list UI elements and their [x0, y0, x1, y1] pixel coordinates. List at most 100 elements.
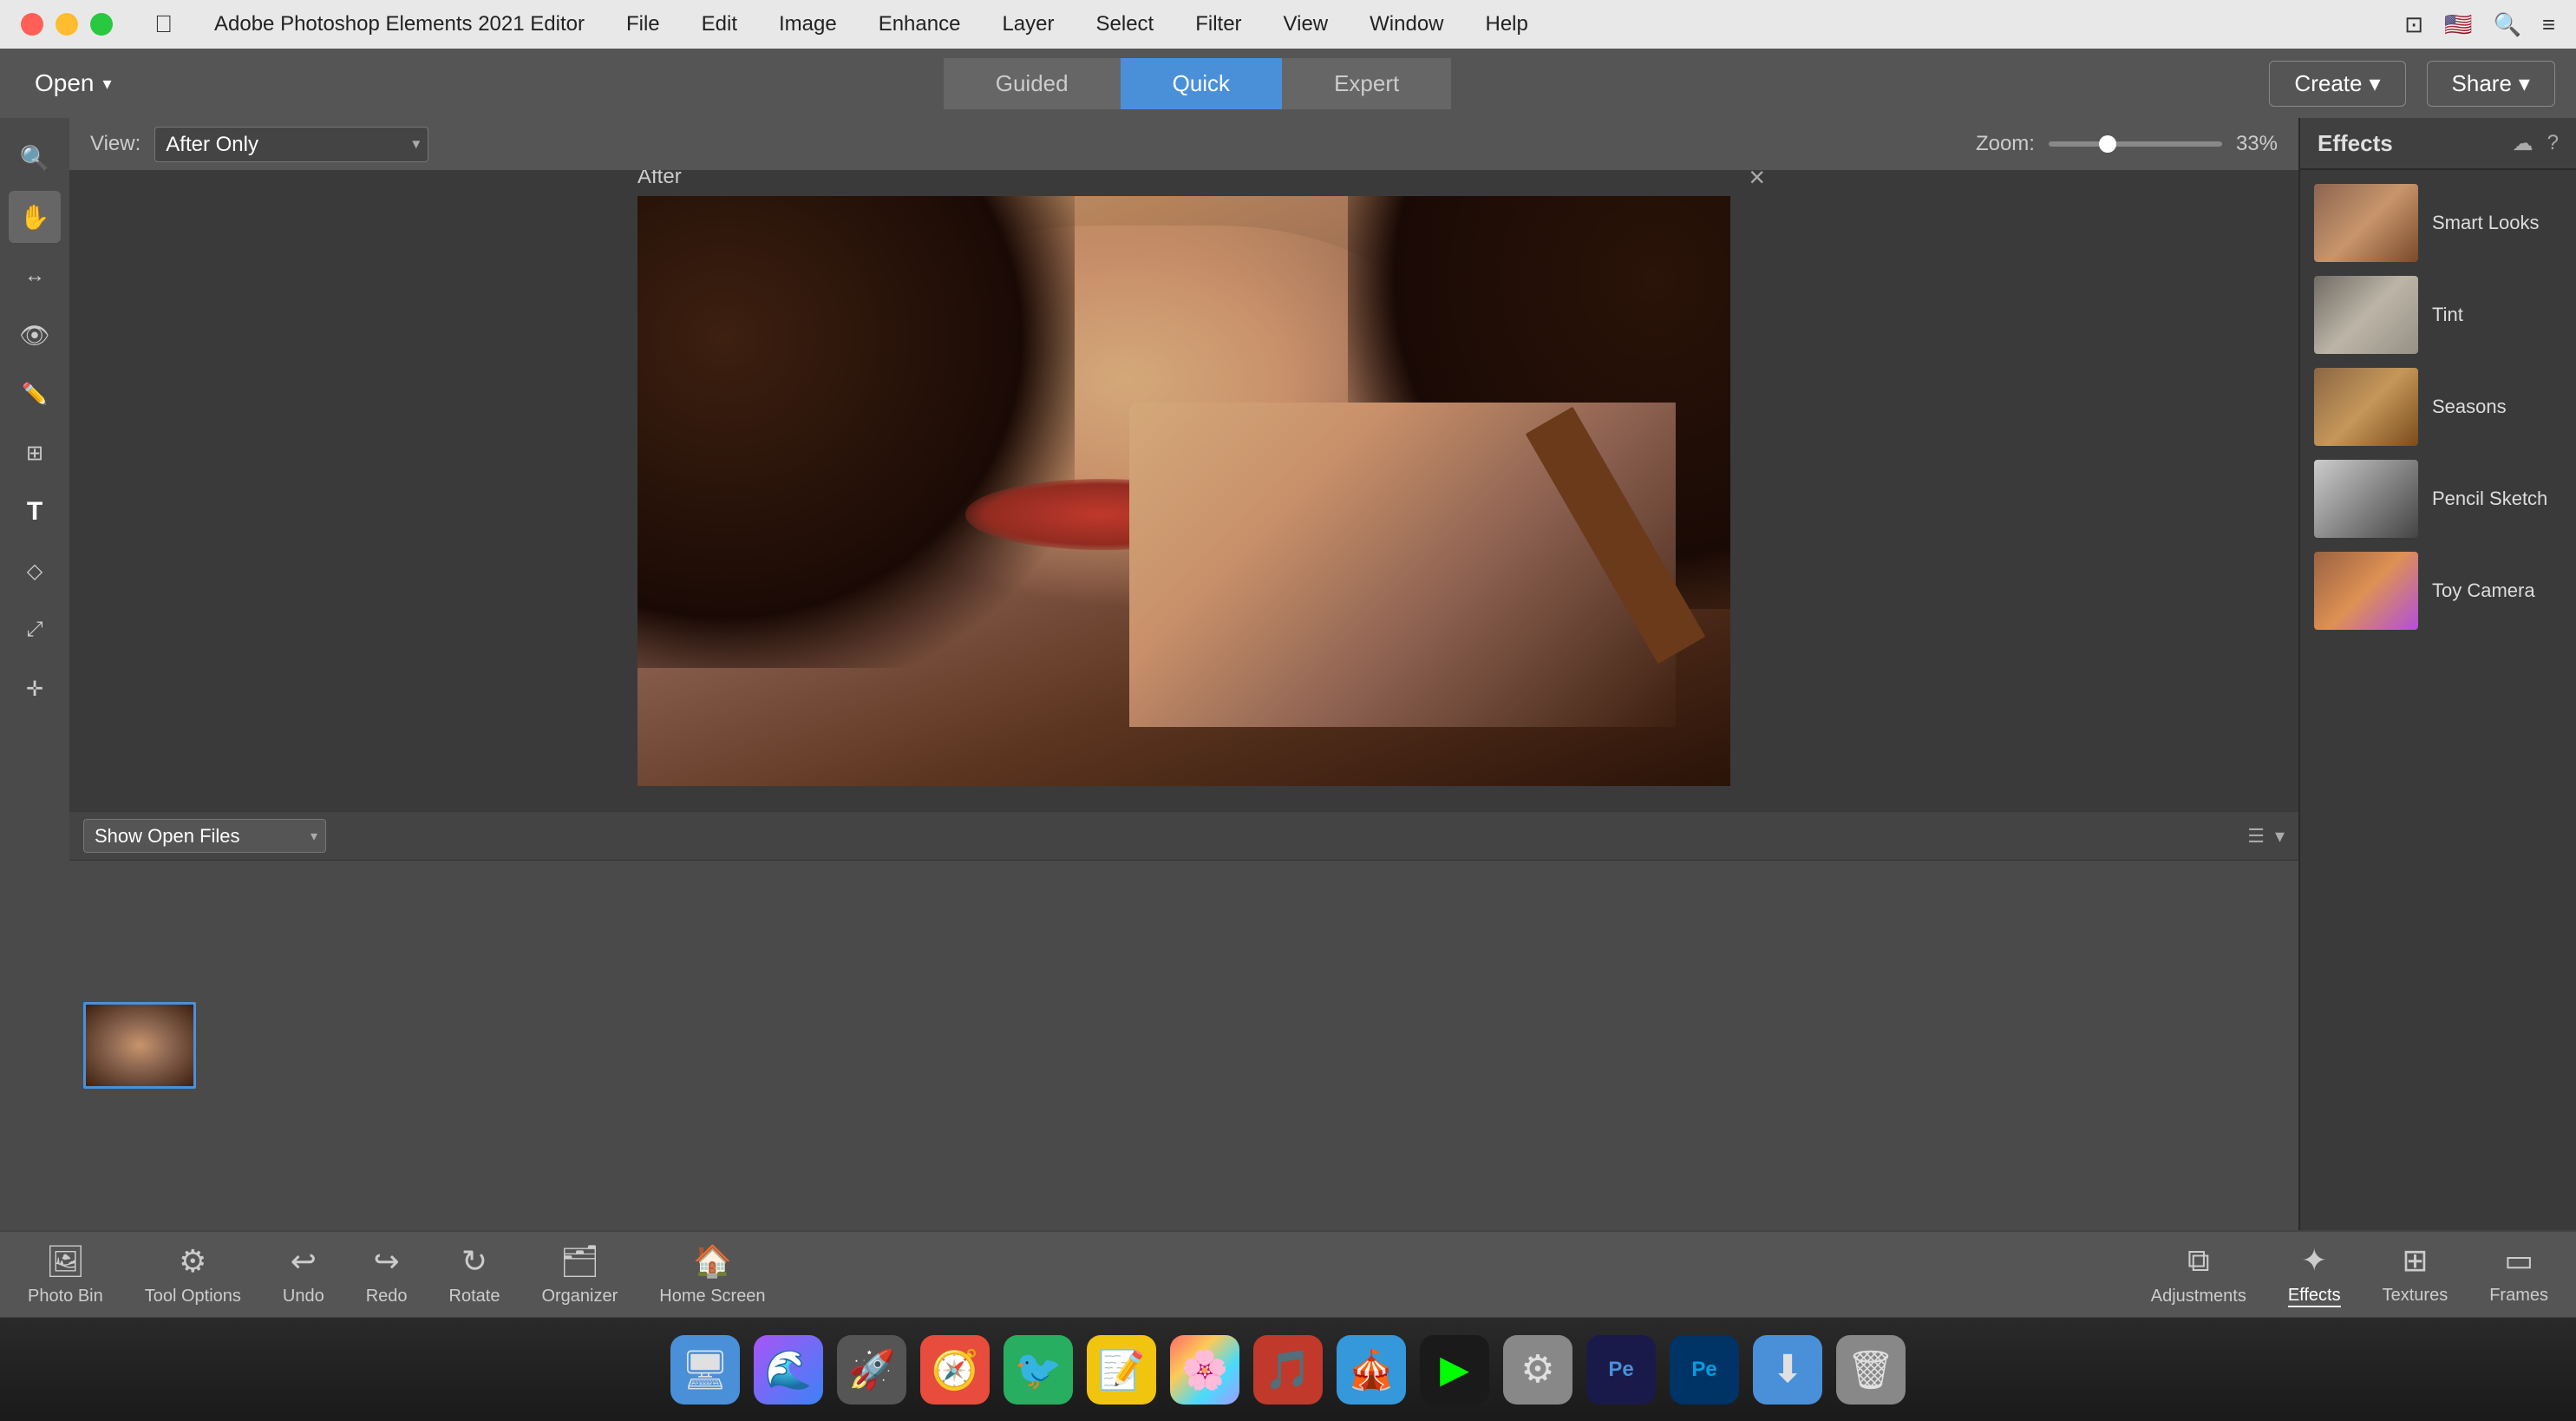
menu-file[interactable]: File	[619, 9, 667, 40]
create-button[interactable]: Create ▾	[2269, 61, 2405, 107]
view-label: View:	[90, 132, 141, 156]
rotate-label: Rotate	[449, 1287, 500, 1306]
menu-extras-icon[interactable]: ≡	[2542, 11, 2555, 38]
minimize-button[interactable]	[56, 13, 78, 36]
view-select[interactable]: After Only Before Only Before & After Ho…	[154, 127, 428, 162]
bin-list-icon[interactable]: ☰	[2247, 825, 2265, 848]
view-select-wrapper: After Only Before Only Before & After Ho…	[154, 127, 428, 162]
rotate-tool[interactable]: ↻ Rotate	[449, 1243, 500, 1306]
effects-tool-label: Effects	[2288, 1286, 2341, 1307]
effect-smart-looks[interactable]: Smart Looks	[2314, 184, 2562, 262]
apple-menu[interactable]: 	[154, 10, 173, 38]
adjustments-tool[interactable]: ⧉ Adjustments	[2151, 1242, 2246, 1307]
effects-cloud-icon[interactable]: ☁	[2513, 131, 2534, 156]
tab-expert[interactable]: Expert	[1282, 58, 1451, 109]
menu-view[interactable]: View	[1277, 9, 1336, 40]
menu-enhance[interactable]: Enhance	[872, 9, 968, 40]
effect-toy-camera[interactable]: Toy Camera	[2314, 552, 2562, 630]
organizer-tool[interactable]: 🗂 Organizer	[541, 1243, 618, 1306]
text-tool[interactable]: T	[9, 486, 61, 538]
dock-downloads[interactable]: ⬇	[1753, 1335, 1822, 1405]
close-image-button[interactable]: ×	[1749, 170, 1765, 193]
toolbar-right: Create ▾ Share ▾	[2269, 61, 2555, 107]
eye-tool[interactable]: 👁	[9, 309, 61, 361]
organizer-icon: 🗂	[560, 1243, 600, 1280]
frames-label: Frames	[2489, 1286, 2548, 1306]
bin-select[interactable]: Show Open Files Show Files from Organize…	[83, 819, 326, 853]
cast-icon[interactable]: ⊡	[2404, 11, 2423, 38]
menu-window[interactable]: Window	[1363, 9, 1450, 40]
dock-trash[interactable]: 🗑	[1836, 1335, 1906, 1405]
menu-app-name[interactable]: Adobe Photoshop Elements 2021 Editor	[207, 9, 592, 40]
flag-icon[interactable]: 🇺🇸	[2444, 11, 2472, 38]
search-icon[interactable]: 🔍	[2493, 11, 2520, 38]
menu-filter[interactable]: Filter	[1188, 9, 1248, 40]
menu-select[interactable]: Select	[1089, 9, 1161, 40]
home-screen-tool[interactable]: 🏠 Home Screen	[659, 1243, 765, 1306]
bin-expand-icon[interactable]: ▾	[2275, 825, 2285, 848]
effects-help-icon[interactable]: ?	[2547, 131, 2559, 156]
photo-bin-label: Photo Bin	[28, 1287, 103, 1306]
dock-safari[interactable]: 🧭	[920, 1335, 990, 1405]
healing-tool[interactable]: ⊞	[9, 427, 61, 479]
effect-tint[interactable]: Tint	[2314, 276, 2562, 354]
photo-bin-toolbar: Show Open Files Show Files from Organize…	[69, 812, 2298, 861]
hand-tool[interactable]: ✋	[9, 191, 61, 243]
adjustments-icon: ⧉	[2187, 1242, 2210, 1280]
redo-label: Redo	[366, 1287, 408, 1306]
frames-tool[interactable]: ▭ Frames	[2489, 1242, 2548, 1307]
effect-image-smart-looks	[2314, 184, 2418, 262]
canvas-main: After ×	[69, 170, 2298, 812]
photo-bin-tool[interactable]: 🖼 Photo Bin	[28, 1243, 103, 1306]
dock-terminal[interactable]: ▶	[1420, 1335, 1489, 1405]
photo-thumbnail[interactable]	[83, 1002, 196, 1089]
open-arrow-icon: ▾	[103, 73, 112, 95]
zoom-slider[interactable]	[2049, 141, 2222, 147]
close-button[interactable]	[21, 13, 43, 36]
zoom-tool[interactable]: ↔	[9, 250, 61, 302]
share-button[interactable]: Share ▾	[2427, 61, 2555, 107]
dock-music[interactable]: 🎵	[1253, 1335, 1323, 1405]
dock-photos[interactable]: 🌸	[1170, 1335, 1239, 1405]
textures-tool[interactable]: ⊞ Textures	[2383, 1242, 2449, 1307]
mode-tabs: Guided Quick Expert	[944, 58, 1451, 109]
tab-guided[interactable]: Guided	[944, 58, 1121, 109]
crop-tool[interactable]: ✛	[9, 663, 61, 715]
main-image	[637, 196, 1730, 786]
eraser-tool[interactable]: ◇	[9, 545, 61, 597]
dock-system-prefs[interactable]: ⚙	[1503, 1335, 1572, 1405]
tab-quick[interactable]: Quick	[1121, 58, 1282, 109]
dock-rocket[interactable]: 🚀	[837, 1335, 906, 1405]
workspace: 🔍 ✋ ↔ 👁 ✏️ ⊞ T ◇ ⤢ ✛ View: After Only Be…	[0, 118, 2576, 1230]
organizer-label: Organizer	[541, 1287, 618, 1306]
effects-title: Effects	[2318, 130, 2393, 157]
effect-seasons[interactable]: Seasons	[2314, 368, 2562, 446]
open-button[interactable]: Open ▾	[21, 62, 126, 104]
dock-notes[interactable]: 📝	[1087, 1335, 1156, 1405]
dock-ps-elements2[interactable]: Pe	[1670, 1335, 1739, 1405]
menu-edit[interactable]: Edit	[695, 9, 744, 40]
dock-ps-elements[interactable]: Pe	[1586, 1335, 1656, 1405]
transform-tool[interactable]: ⤢	[9, 604, 61, 656]
menu-layer[interactable]: Layer	[995, 9, 1061, 40]
search-tool[interactable]: 🔍	[9, 132, 61, 184]
right-panel: Effects ☁ ? Smart Looks Tint	[2298, 118, 2576, 1230]
effect-pencil-sketch[interactable]: Pencil Sketch	[2314, 460, 2562, 538]
photo-thumbnail-image	[86, 1005, 193, 1086]
undo-tool[interactable]: ↩ Undo	[283, 1243, 324, 1306]
dock-finder[interactable]: 🖥	[670, 1335, 740, 1405]
menu-image[interactable]: Image	[772, 9, 844, 40]
dock-appstore[interactable]: 🎪	[1337, 1335, 1406, 1405]
undo-icon: ↩	[291, 1243, 317, 1280]
create-arrow-icon: ▾	[2369, 70, 2380, 97]
redo-tool[interactable]: ↪ Redo	[366, 1243, 408, 1306]
effects-tool[interactable]: ✦ Effects	[2288, 1242, 2341, 1307]
dock-siri[interactable]: 🌊	[754, 1335, 823, 1405]
brush-tool[interactable]: ✏️	[9, 368, 61, 420]
maximize-button[interactable]	[90, 13, 113, 36]
image-frame: After ×	[637, 196, 1730, 786]
menu-help[interactable]: Help	[1479, 9, 1535, 40]
tool-options-tool[interactable]: ⚙ Tool Options	[145, 1243, 241, 1306]
dock-mail[interactable]: 🐦	[1004, 1335, 1073, 1405]
bottom-right-tools: ⧉ Adjustments ✦ Effects ⊞ Textures ▭ Fra…	[2151, 1242, 2548, 1307]
